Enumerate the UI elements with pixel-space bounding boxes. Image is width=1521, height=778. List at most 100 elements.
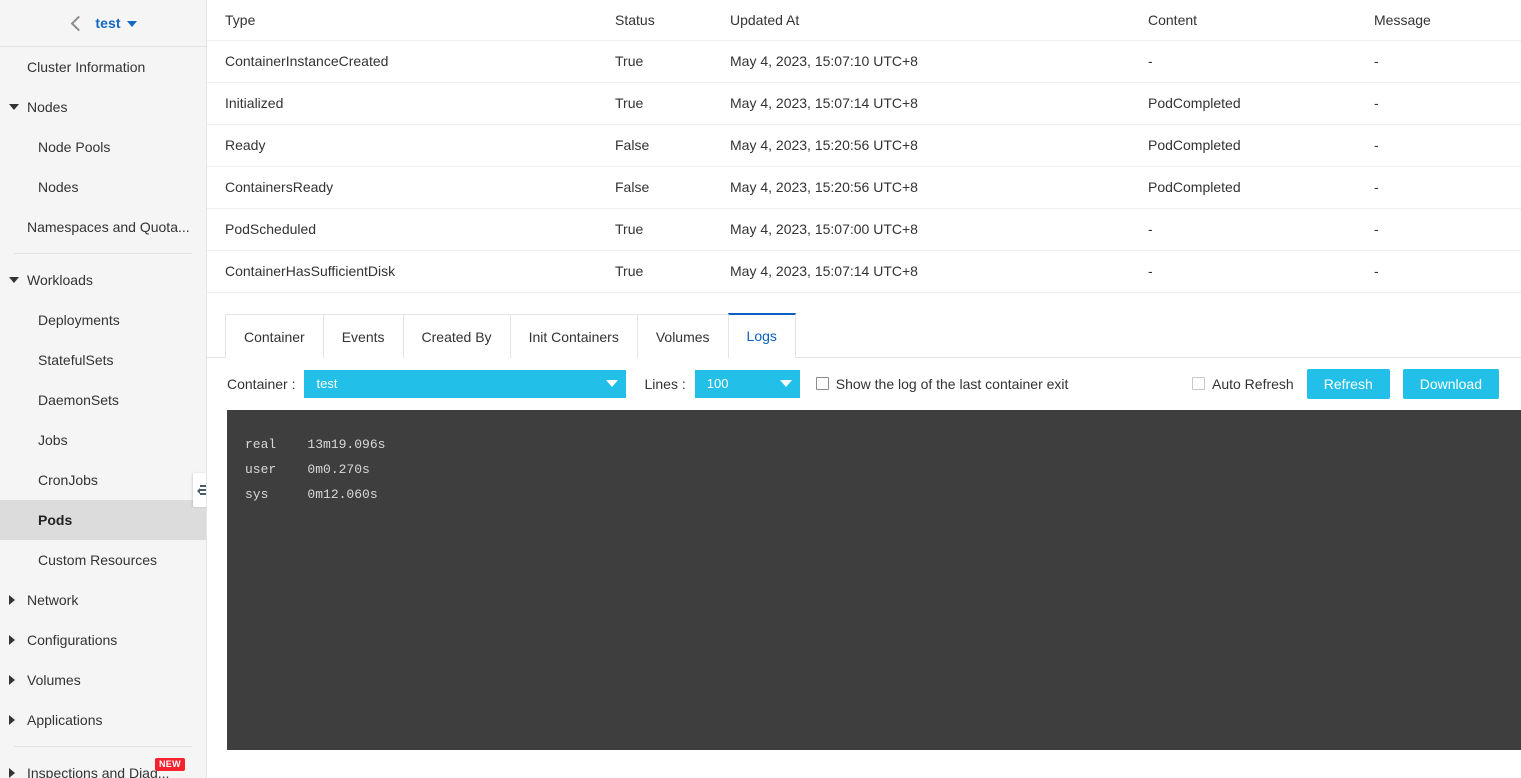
- column-header-message[interactable]: Message: [1356, 0, 1521, 41]
- chevron-left-icon[interactable]: [69, 16, 83, 30]
- sidebar-item-label: Configurations: [27, 632, 118, 648]
- caret-down-icon[interactable]: [126, 21, 137, 27]
- column-header-status[interactable]: Status: [597, 0, 712, 41]
- sidebar-item-nodes[interactable]: Nodes: [0, 87, 206, 127]
- cell-type: ContainerHasSufficientDisk: [207, 250, 597, 293]
- table-row[interactable]: ContainerHasSufficientDisk True May 4, 202…: [207, 250, 1521, 293]
- sidebar-item-network[interactable]: Network: [0, 580, 206, 620]
- detail-tabs: Container Events Created By Init Containers…: [207, 307, 1521, 358]
- lines-select-value: 100: [706, 376, 729, 391]
- cell-status: True: [597, 82, 712, 125]
- table-row[interactable]: Ready False May 4, 2023, 15:20:56 UTC+8 Pod…: [207, 124, 1521, 167]
- show-last-exit-checkbox[interactable]: Show the log of the last container exit: [815, 375, 1069, 392]
- cell-updated-at: May 4, 2023, 15:07:14 UTC+8: [712, 250, 1130, 293]
- log-output-panel[interactable]: real 13m19.096s user 0m0.270s sys 0m12.0…: [227, 409, 1521, 750]
- lines-select[interactable]: 100: [694, 369, 800, 398]
- sidebar-item-jobs[interactable]: Jobs: [0, 420, 206, 460]
- checkbox-box-icon: [815, 377, 829, 390]
- container-select[interactable]: test: [304, 369, 627, 398]
- cell-content: PodCompleted: [1130, 166, 1356, 209]
- container-select-label: Container :: [227, 375, 296, 392]
- tab-created-by[interactable]: Created By: [402, 313, 511, 358]
- tab-volumes[interactable]: Volumes: [636, 313, 729, 358]
- cell-status: False: [597, 124, 712, 167]
- caret-right-icon[interactable]: [9, 595, 15, 605]
- cell-type: Initialized: [207, 82, 597, 125]
- checkbox-box-icon: [1191, 377, 1205, 390]
- container-select-value: test: [316, 376, 338, 391]
- tab-container[interactable]: Container: [225, 313, 324, 358]
- sidebar-item-label: Node Pools: [38, 139, 111, 155]
- main-content: Type Status Updated At Content Message C…: [207, 0, 1521, 778]
- sidebar-item-label: Applications: [27, 712, 103, 728]
- sidebar-item-statefulsets[interactable]: StatefulSets: [0, 340, 206, 380]
- sidebar-item-label: Network: [27, 592, 79, 608]
- chevron-down-icon: [598, 380, 626, 387]
- column-header-type[interactable]: Type: [207, 0, 597, 41]
- sidebar-item-deployments[interactable]: Deployments: [0, 300, 206, 340]
- cell-content: PodCompleted: [1130, 124, 1356, 167]
- column-header-content[interactable]: Content: [1130, 0, 1356, 41]
- sidebar-header: test: [0, 0, 206, 47]
- caret-down-icon[interactable]: [9, 104, 19, 110]
- table-row[interactable]: PodScheduled True May 4, 2023, 15:07:00 UT…: [207, 208, 1521, 251]
- table-row[interactable]: ContainersReady False May 4, 2023, 15:20:5…: [207, 166, 1521, 209]
- sidebar-divider: [14, 746, 192, 747]
- sidebar-item-label: Nodes: [38, 179, 79, 195]
- caret-right-icon[interactable]: [9, 675, 15, 685]
- caret-down-icon[interactable]: [9, 277, 19, 283]
- sidebar-divider: [14, 253, 192, 254]
- caret-right-icon[interactable]: [9, 635, 15, 645]
- auto-refresh-checkbox[interactable]: Auto Refresh: [1191, 376, 1294, 392]
- caret-right-icon[interactable]: [9, 715, 15, 725]
- sidebar-item-label: Cluster Information: [27, 59, 146, 75]
- collapse-bars-icon: [196, 484, 206, 496]
- sidebar-item-cluster-information[interactable]: Cluster Information: [0, 47, 206, 87]
- sidebar-item-label: Volumes: [27, 672, 81, 688]
- tab-logs[interactable]: Logs: [727, 312, 796, 358]
- cell-status: False: [597, 166, 712, 209]
- show-last-exit-label: Show the log of the last container exit: [835, 375, 1069, 392]
- project-selector-label[interactable]: test: [95, 15, 120, 31]
- caret-right-icon[interactable]: [9, 768, 15, 778]
- sidebar-item-volumes[interactable]: Volumes: [0, 660, 206, 700]
- cell-status: True: [597, 250, 712, 293]
- cell-message: -: [1356, 250, 1521, 293]
- tab-init-containers[interactable]: Init Containers: [509, 313, 638, 358]
- sidebar-item-workloads[interactable]: Workloads: [0, 260, 206, 300]
- chevron-down-icon: [772, 380, 800, 387]
- sidebar-item-daemonsets[interactable]: DaemonSets: [0, 380, 206, 420]
- sidebar-nav: Cluster Information Nodes Node Pools Nodes N…: [0, 47, 206, 778]
- sidebar-item-pods[interactable]: Pods: [0, 500, 206, 540]
- sidebar-item-configurations[interactable]: Configurations: [0, 620, 206, 660]
- table-header-row: Type Status Updated At Content Message: [207, 0, 1521, 41]
- sidebar-item-label: Custom Resources: [38, 552, 158, 568]
- download-button[interactable]: Download: [1402, 368, 1499, 399]
- cell-message: -: [1356, 40, 1521, 83]
- sidebar-item-custom-resources[interactable]: Custom Resources: [0, 540, 206, 580]
- collapse-sidebar-icon[interactable]: [193, 473, 206, 507]
- sidebar-item-namespaces-and-quota[interactable]: Namespaces and Quota...: [0, 207, 206, 247]
- sidebar-item-applications[interactable]: Applications: [0, 700, 206, 740]
- cell-type: Ready: [207, 124, 597, 167]
- column-header-updated-at[interactable]: Updated At: [712, 0, 1130, 41]
- sidebar-item-label: Jobs: [38, 432, 68, 448]
- sidebar-item-cronjobs[interactable]: CronJobs: [0, 460, 206, 500]
- cell-content: -: [1130, 208, 1356, 251]
- sidebar-item-nodes[interactable]: Nodes: [0, 167, 206, 207]
- sidebar-item-label: Workloads: [27, 272, 93, 288]
- refresh-button[interactable]: Refresh: [1306, 368, 1390, 399]
- sidebar-item-node-pools[interactable]: Node Pools: [0, 127, 206, 167]
- cell-status: True: [597, 40, 712, 83]
- cell-updated-at: May 4, 2023, 15:20:56 UTC+8: [712, 166, 1130, 209]
- conditions-table-head: Type Status Updated At Content Message: [207, 0, 1521, 41]
- tab-events[interactable]: Events: [322, 313, 404, 358]
- new-badge: NEW: [155, 758, 185, 771]
- table-row[interactable]: ContainerInstanceCreated True May 4, 2023,…: [207, 40, 1521, 83]
- cell-content: -: [1130, 250, 1356, 293]
- table-row[interactable]: Initialized True May 4, 2023, 15:07:14 UTC…: [207, 82, 1521, 125]
- conditions-table: Type Status Updated At Content Message C…: [207, 0, 1521, 293]
- sidebar-item-inspections-and-diag[interactable]: Inspections and Diag... NEW: [0, 753, 206, 778]
- sidebar-item-label: Pods: [38, 512, 73, 528]
- cell-status: True: [597, 208, 712, 251]
